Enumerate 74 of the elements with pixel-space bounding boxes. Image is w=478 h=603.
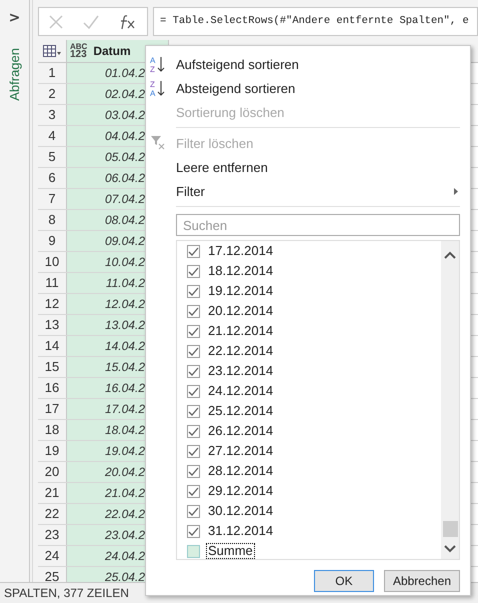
formula-field[interactable]: = Table.SelectRows(#"Andere entfernte Spalten", e [153,7,478,36]
row-number: 23 [38,525,67,545]
ok-button[interactable]: OK [314,570,374,592]
status-text: SPALTEN, 377 ZEILEN [4,586,129,600]
checkbox[interactable] [187,384,200,398]
row-number: 9 [38,231,67,251]
checkbox[interactable] [187,324,200,338]
value-label[interactable]: 20.12.2014 [206,303,276,319]
row-number: 25 [38,567,67,582]
value-label[interactable]: 21.12.2014 [206,323,276,339]
checkbox[interactable] [187,504,200,518]
value-label[interactable]: 19.12.2014 [206,283,276,299]
checkbox[interactable] [187,484,200,498]
row-number: 16 [38,378,67,398]
value-label[interactable]: 28.12.2014 [206,463,276,479]
row-number: 5 [38,147,67,167]
row-number: 17 [38,399,67,419]
row-number: 24 [38,546,67,566]
value-label[interactable]: 27.12.2014 [206,443,276,459]
value-label[interactable]: 29.12.2014 [206,483,276,499]
value-label[interactable]: 24.12.2014 [206,383,276,399]
value-label[interactable]: 18.12.2014 [206,263,276,279]
checkbox[interactable] [187,544,200,558]
row-number: 15 [38,357,67,377]
checkbox[interactable] [187,344,200,358]
row-number: 10 [38,252,67,272]
scrollbar[interactable] [441,241,459,559]
row-number: 12 [38,294,67,314]
checkbox[interactable] [187,284,200,298]
cancel-button[interactable]: Abbrechen [384,570,460,592]
value-label[interactable]: 23.12.2014 [206,363,276,379]
check-icon[interactable] [82,14,99,30]
value-label[interactable]: 31.12.2014 [206,523,276,539]
value-label[interactable]: Summe [206,543,255,559]
row-number: 13 [38,315,67,335]
row-number: 4 [38,126,67,146]
row-number: 20 [38,462,67,482]
row-number: 1 [38,63,67,83]
type-label: ABC 123 [70,43,88,59]
checkbox[interactable] [187,404,200,418]
checkbox[interactable] [187,444,200,458]
row-number: 19 [38,441,67,461]
column-name: Datum [93,44,131,58]
pane-title: Abfragen [7,48,22,101]
checkbox[interactable] [187,264,200,278]
search-field[interactable]: Suchen [176,214,460,236]
row-number: 18 [38,420,67,440]
checkbox[interactable] [187,304,200,318]
row-number: 3 [38,105,67,125]
checkbox[interactable] [187,464,200,478]
row-number: 11 [38,273,67,293]
value-label[interactable]: 25.12.2014 [206,403,276,419]
checkbox[interactable] [187,244,200,258]
value-label[interactable]: 17.12.2014 [206,243,276,259]
value-label[interactable]: 26.12.2014 [206,423,276,439]
checkbox[interactable] [187,364,200,378]
row-number: 21 [38,483,67,503]
row-number: 8 [38,210,67,230]
value-label[interactable]: 22.12.2014 [206,343,276,359]
scroll-up-icon[interactable] [444,251,456,259]
value-label[interactable]: 30.12.2014 [206,503,276,519]
table-icon [43,45,61,57]
scroll-down-icon[interactable] [444,545,456,553]
submenu-arrow-icon [454,188,458,194]
row-number: 7 [38,189,67,209]
scroll-thumb[interactable] [442,521,458,537]
row-number: 6 [38,168,67,188]
checkbox[interactable] [187,524,200,538]
row-number: 22 [38,504,67,524]
expand-button[interactable]: > [8,10,20,26]
row-number: 2 [38,84,67,104]
row-number: 14 [38,336,67,356]
checkbox[interactable] [187,424,200,438]
clear-filter-icon [150,135,166,151]
